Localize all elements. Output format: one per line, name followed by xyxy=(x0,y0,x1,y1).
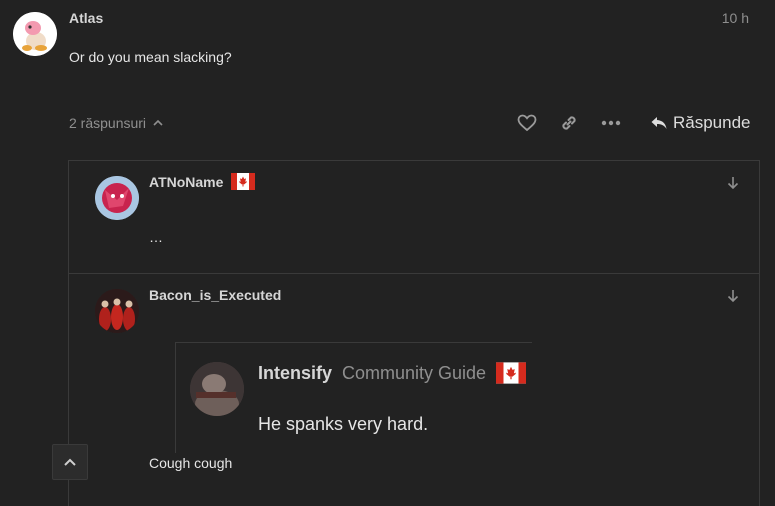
heart-icon xyxy=(517,114,537,132)
reply-header: ATNoName xyxy=(149,173,256,190)
post-author-avatar[interactable] xyxy=(13,12,57,56)
expand-reply-button[interactable] xyxy=(724,174,742,192)
post-author-name[interactable]: Atlas xyxy=(69,10,103,26)
quote-left-border xyxy=(175,343,176,453)
copy-link-button[interactable] xyxy=(557,112,581,134)
canada-flag-icon xyxy=(231,173,256,190)
reply-author-avatar[interactable] xyxy=(95,176,139,220)
like-button[interactable] xyxy=(515,112,539,134)
replies-toggle-button[interactable]: 2 răspunsuri xyxy=(69,115,164,131)
arrow-down-icon xyxy=(727,290,739,303)
replies-toggle-label: 2 răspunsuri xyxy=(69,115,147,131)
reply-author-avatar[interactable] xyxy=(95,289,139,333)
expand-reply-button[interactable] xyxy=(724,287,742,305)
chevron-up-icon xyxy=(64,458,76,466)
reply-button-label: Răspunde xyxy=(673,113,751,132)
post-body: Or do you mean slacking? xyxy=(69,49,232,65)
chevron-up-icon xyxy=(153,119,163,126)
scroll-top-button[interactable] xyxy=(52,444,88,480)
reply-divider xyxy=(69,273,759,274)
reply-author-name[interactable]: ATNoName xyxy=(149,174,223,190)
quoted-text: He spanks very hard. xyxy=(258,414,429,434)
quoted-author-title: Community Guide xyxy=(342,362,487,383)
arrow-down-icon xyxy=(727,177,739,190)
reply-body: … xyxy=(149,229,163,245)
canada-flag-icon xyxy=(496,362,527,384)
reply-author-name[interactable]: Bacon_is_Executed xyxy=(149,287,281,303)
ellipsis-icon xyxy=(601,120,621,126)
quote-header: Intensify Community Guide xyxy=(258,362,527,384)
more-actions-button[interactable] xyxy=(599,112,623,134)
quote-top-border xyxy=(175,342,532,343)
quoted-author-avatar[interactable] xyxy=(190,362,244,416)
quoted-author-name[interactable]: Intensify xyxy=(258,363,332,384)
post-timestamp[interactable]: 10 h xyxy=(722,10,749,26)
link-icon xyxy=(562,116,576,130)
reply-button[interactable]: Răspunde xyxy=(650,111,751,135)
reply-body: Cough cough xyxy=(149,455,233,471)
reply-arrow-icon xyxy=(651,117,667,129)
